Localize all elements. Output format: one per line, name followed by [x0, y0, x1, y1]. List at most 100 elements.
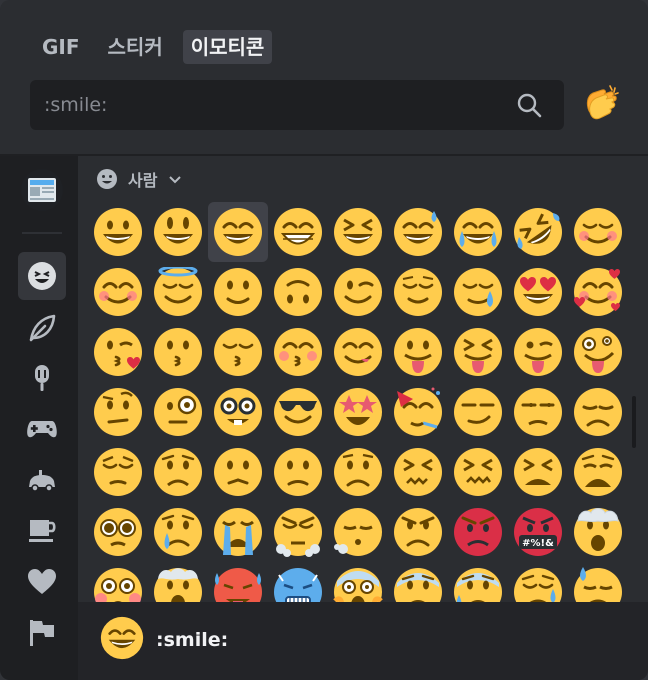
emoji-angry[interactable] [388, 502, 448, 562]
search-icon[interactable] [516, 92, 542, 118]
emoji-unamused[interactable] [508, 382, 568, 442]
emoji-tired[interactable] [508, 442, 568, 502]
car-icon [29, 470, 55, 492]
emoji-frowning[interactable] [328, 442, 388, 502]
emoji-smirk[interactable] [448, 382, 508, 442]
emoji-smiling-hearts[interactable] [568, 262, 628, 322]
emoji-innocent[interactable] [148, 262, 208, 322]
emoji-scream[interactable] [328, 562, 388, 602]
emoji-confused[interactable] [208, 442, 268, 502]
sidebar-item-symbols[interactable] [18, 558, 66, 606]
grid-scrollbar[interactable] [632, 396, 636, 448]
emoji-slight-smile[interactable] [208, 262, 268, 322]
sidebar-item-newspaper[interactable] [18, 166, 66, 214]
emoji-confounded[interactable] [448, 442, 508, 502]
emoji-grin[interactable] [268, 202, 328, 262]
emoji-smiley[interactable] [148, 202, 208, 262]
emoji-kissing-heart[interactable] [88, 322, 148, 382]
flag-icon [30, 620, 54, 646]
emoji-star-struck[interactable] [328, 382, 388, 442]
emoji-weary[interactable] [568, 442, 628, 502]
emoji-sob[interactable] [208, 502, 268, 562]
newspaper-icon [21, 169, 63, 211]
emoji-cursing[interactable]: #%!& [508, 502, 568, 562]
emoji-cold-sweat[interactable] [448, 562, 508, 602]
emoji-yum[interactable] [328, 322, 388, 382]
sidebar-item-food[interactable] [18, 354, 66, 402]
grinning-icon [94, 208, 142, 256]
cursing-icon: #%!& [514, 508, 562, 556]
emoji-disappointed-relieved[interactable] [508, 562, 568, 602]
smirk-icon [454, 388, 502, 436]
emoji-blush-happy[interactable] [88, 262, 148, 322]
kissing-heart-icon [94, 328, 142, 376]
emoji-hot-cold[interactable] [148, 562, 208, 602]
emoji-kissing-smiling-eyes[interactable] [268, 322, 328, 382]
emoji-rofl[interactable] [508, 202, 568, 262]
sidebar-item-activities[interactable] [18, 404, 66, 452]
emoji-flushed[interactable] [88, 562, 148, 602]
fearful-icon [394, 568, 442, 602]
emoji-kissing[interactable] [148, 322, 208, 382]
emoji-upside-down[interactable] [268, 262, 328, 322]
emoji-relieved[interactable] [388, 262, 448, 322]
slight-frown-icon [274, 448, 322, 496]
search-input[interactable] [30, 80, 500, 130]
sidebar-item-travel[interactable] [18, 456, 66, 504]
emoji-cold[interactable] [268, 562, 328, 602]
emoji-raised-eyebrow[interactable] [88, 382, 148, 442]
category-sidebar [0, 156, 78, 680]
hot-icon [214, 568, 262, 602]
emoji-cry[interactable] [148, 502, 208, 562]
emoji-worried[interactable] [148, 442, 208, 502]
rofl-icon [514, 208, 562, 256]
category-header[interactable]: 사람 [96, 164, 183, 194]
emoji-sunglasses[interactable] [268, 382, 328, 442]
clapping-hands-icon[interactable] [580, 84, 622, 126]
emoji-persevere[interactable] [388, 442, 448, 502]
emoji-heart-eyes[interactable] [508, 262, 568, 322]
tab-emoji[interactable]: 이모티콘 [182, 30, 273, 64]
emoji-kissing-closed-eyes[interactable] [208, 322, 268, 382]
emoji-pensive[interactable] [88, 442, 148, 502]
smile-icon [100, 616, 144, 664]
emoji-wink[interactable] [328, 262, 388, 322]
emoji-exhale[interactable] [328, 502, 388, 562]
emoji-disappointed[interactable] [568, 382, 628, 442]
exhale-icon [334, 508, 382, 556]
emoji-monocle[interactable] [148, 382, 208, 442]
emoji-slight-frown[interactable] [268, 442, 328, 502]
tab-gif[interactable]: GIF [34, 30, 88, 64]
emoji-laughing[interactable] [328, 202, 388, 262]
emoji-joy[interactable] [448, 202, 508, 262]
sidebar-item-flags[interactable] [18, 608, 66, 656]
disappointed-icon [574, 388, 622, 436]
emoji-pleading[interactable] [88, 502, 148, 562]
smile-icon [100, 616, 144, 660]
emoji-downcast-sweat[interactable] [568, 562, 628, 602]
emoji-sweat-smile[interactable] [388, 202, 448, 262]
emoji-rage[interactable] [448, 502, 508, 562]
emoji-fearful[interactable] [388, 562, 448, 602]
smile-icon [214, 208, 262, 256]
emoji-partying[interactable] [388, 382, 448, 442]
emoji-tongue-wink[interactable] [508, 322, 568, 382]
tab-stickers[interactable]: 스티커 [100, 30, 171, 64]
confused-icon [214, 448, 262, 496]
emoji-exploding-head[interactable] [568, 502, 628, 562]
emoji-blush[interactable] [568, 202, 628, 262]
emoji-smile[interactable] [208, 202, 268, 262]
emoji-nerd[interactable] [208, 382, 268, 442]
sidebar-item-objects[interactable] [18, 506, 66, 554]
emoji-grinning[interactable] [88, 202, 148, 262]
sidebar-item-nature[interactable] [18, 304, 66, 352]
emoji-squint-tongue[interactable] [448, 322, 508, 382]
emoji-zany[interactable] [568, 322, 628, 382]
emoji-triumph[interactable] [268, 502, 328, 562]
search-box [30, 80, 564, 130]
emoji-sweat[interactable] [448, 262, 508, 322]
emoji-tongue[interactable] [388, 322, 448, 382]
kissing-closed-eyes-icon [214, 328, 262, 376]
emoji-hot[interactable] [208, 562, 268, 602]
sidebar-item-people[interactable] [18, 252, 66, 300]
